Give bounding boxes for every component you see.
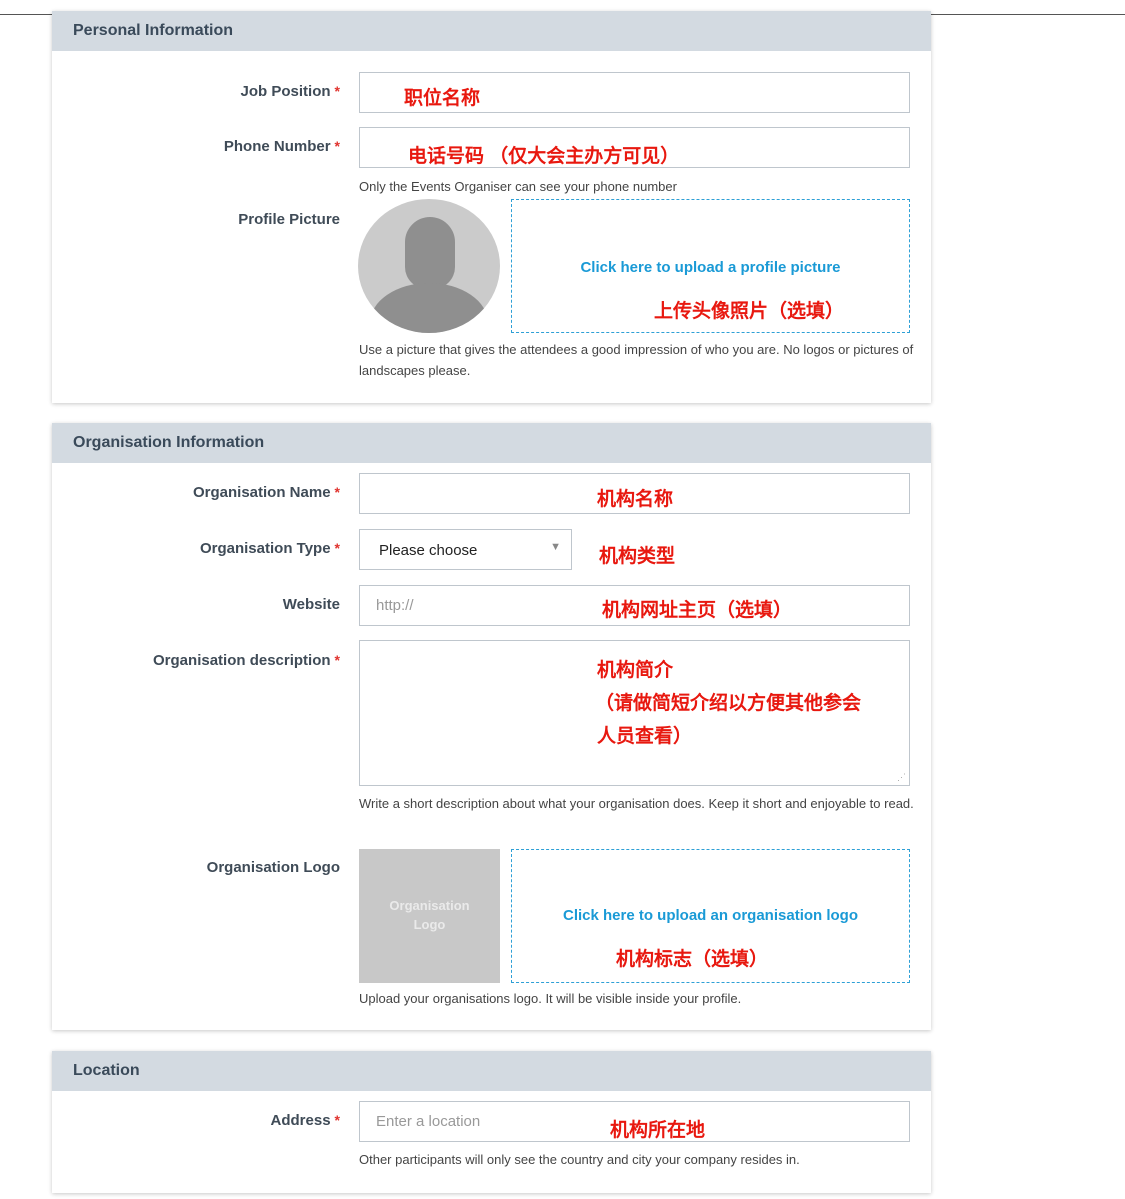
profile-picture-upload-link[interactable]: Click here to upload a profile picture — [512, 259, 909, 276]
phone-number-label: Phone Number * — [223, 138, 340, 155]
profile-picture-annotation: 上传头像照片（选填） — [654, 301, 845, 322]
chevron-down-icon: ▼ — [550, 541, 561, 553]
logo-placeholder-line2: Logo — [413, 917, 446, 932]
personal-information-header: Personal Information — [52, 11, 931, 51]
organisation-logo-label: Organisation Logo — [206, 859, 340, 876]
website-placeholder: http:// — [376, 597, 414, 614]
website-label: Website — [282, 596, 340, 613]
personal-information-panel: Personal Information Job Position * 职位名称 … — [52, 11, 931, 403]
address-annotation: 机构所在地 — [610, 1120, 706, 1141]
organisation-type-annotation: 机构类型 — [599, 546, 676, 567]
job-position-annotation: 职位名称 — [404, 88, 481, 109]
required-mark: * — [334, 83, 340, 99]
phone-number-annotation: 电话号码 （仅大会主办方可见） — [408, 146, 680, 167]
organisation-name-label: Organisation Name * — [193, 484, 340, 501]
organisation-logo-upload-zone[interactable]: Click here to upload an organisation log… — [511, 849, 910, 983]
required-mark: * — [334, 1112, 340, 1128]
resize-handle-icon[interactable]: ⋰ — [897, 772, 906, 783]
logo-placeholder-line1: Organisation — [389, 898, 470, 913]
profile-picture-help: Use a picture that gives the attendees a… — [359, 342, 914, 378]
address-label: Address * — [270, 1112, 340, 1129]
organisation-description-annotation-3: 人员查看） — [597, 726, 693, 747]
address-help: Other participants will only see the cou… — [359, 1152, 800, 1167]
location-panel: Location Address * Enter a location 机构所在地… — [52, 1051, 931, 1193]
organisation-logo-help: Upload your organisations logo. It will … — [359, 991, 742, 1006]
organisation-description-label: Organisation description * — [153, 652, 340, 669]
organisation-type-selected: Please choose — [379, 542, 478, 559]
organisation-type-select[interactable]: Please choose ▼ — [359, 529, 572, 570]
person-silhouette-icon — [358, 199, 500, 333]
organisation-description-annotation-1: 机构简介 — [597, 660, 674, 681]
job-position-label: Job Position * — [240, 83, 340, 100]
required-mark: * — [334, 652, 340, 668]
location-header: Location — [52, 1051, 931, 1091]
profile-picture-upload-zone[interactable]: Click here to upload a profile picture 上… — [511, 199, 910, 333]
address-placeholder: Enter a location — [376, 1113, 481, 1130]
organisation-type-label: Organisation Type * — [199, 540, 340, 557]
required-mark: * — [334, 138, 340, 154]
organisation-logo-upload-link[interactable]: Click here to upload an organisation log… — [512, 907, 909, 924]
organisation-logo-placeholder: Organisation Logo — [359, 849, 500, 983]
website-annotation: 机构网址主页（选填） — [602, 600, 793, 621]
organisation-logo-annotation: 机构标志（选填） — [616, 949, 769, 970]
organisation-information-header: Organisation Information — [52, 423, 931, 463]
organisation-name-annotation: 机构名称 — [597, 489, 674, 510]
required-mark: * — [334, 540, 340, 556]
phone-number-help: Only the Events Organiser can see your p… — [359, 179, 677, 194]
organisation-description-help: Write a short description about what you… — [359, 796, 914, 811]
organisation-description-annotation-2: （请做简短介绍以方便其他参会 — [595, 693, 862, 714]
required-mark: * — [334, 484, 340, 500]
profile-picture-label: Profile Picture — [238, 211, 340, 228]
organisation-information-panel: Organisation Information Organisation Na… — [52, 423, 931, 1030]
